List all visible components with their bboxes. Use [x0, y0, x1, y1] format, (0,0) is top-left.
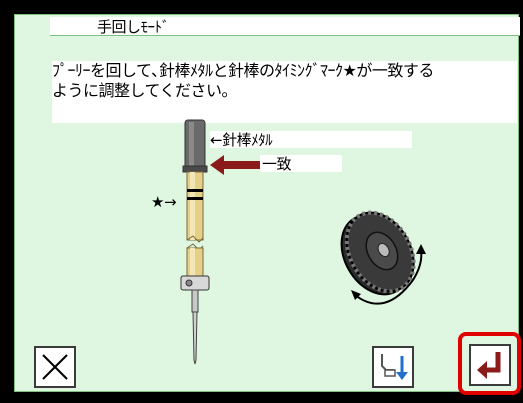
timing-mark-label: ★→ [151, 193, 177, 211]
page-title: 手回しﾓｰﾄﾞ [97, 18, 170, 36]
cancel-button[interactable] [34, 346, 76, 388]
needle-position-down-icon [381, 354, 408, 380]
instruction-box: ﾌﾟｰﾘｰを回して､針棒ﾒﾀﾙと針棒のﾀｲﾐﾝｸﾞﾏｰｸ★が一致する ように調整… [52, 61, 517, 123]
match-label-box: 一致 [260, 155, 342, 173]
hand-turn-panel: 手回しﾓｰﾄﾞ ﾌﾟｰﾘｰを回して､針棒ﾒﾀﾙと針棒のﾀｲﾐﾝｸﾞﾏｰｸ★が一致… [14, 14, 520, 392]
enter-button[interactable] [469, 344, 511, 386]
needle-bar-illustration [180, 119, 210, 365]
needle-metal-label: ←針棒ﾒﾀﾙ [210, 131, 273, 149]
instruction-text: ﾌﾟｰﾘｰを回して､針棒ﾒﾀﾙと針棒のﾀｲﾐﾝｸﾞﾏｰｸ★が一致する ように調整… [52, 61, 434, 100]
match-arrow-icon [210, 155, 260, 175]
needle-down-button[interactable] [372, 346, 414, 388]
match-label: 一致 [262, 155, 292, 173]
pulley-icon [340, 210, 426, 305]
screen-frame: 手回しﾓｰﾄﾞ ﾌﾟｰﾘｰを回して､針棒ﾒﾀﾙと針棒のﾀｲﾐﾝｸﾞﾏｰｸ★が一致… [0, 0, 523, 403]
title-bar: 手回しﾓｰﾄﾞ [50, 17, 520, 36]
enter-return-icon [477, 352, 501, 379]
needle-metal-label-box: ←針棒ﾒﾀﾙ [210, 131, 412, 149]
close-icon [42, 354, 68, 380]
